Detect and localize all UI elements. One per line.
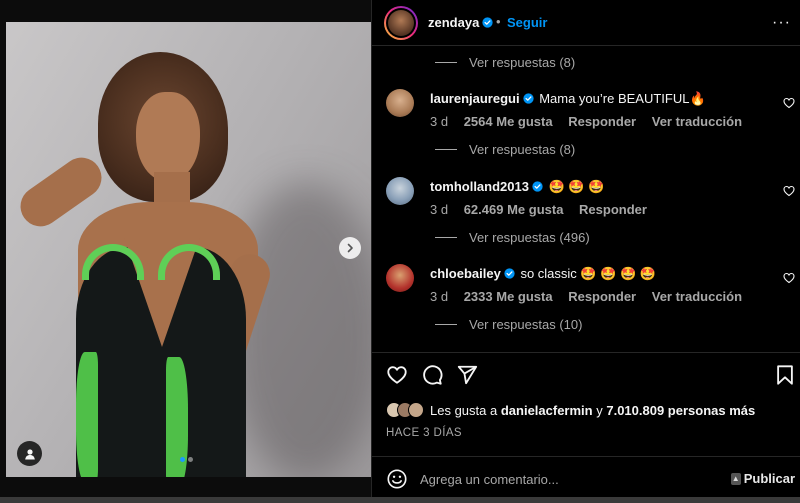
share-icon[interactable]	[456, 364, 478, 386]
add-comment-bar: ▲ Publicar	[372, 456, 800, 503]
view-replies-label: Ver respuestas (8)	[469, 55, 576, 70]
view-replies-button[interactable]: Ver respuestas (496)	[435, 230, 590, 245]
post-date[interactable]: HACE 3 DÍAS	[386, 427, 462, 439]
author-username[interactable]: zendaya	[428, 15, 479, 30]
liked-by-avatars[interactable]	[386, 402, 424, 418]
view-replies-label: Ver respuestas (8)	[469, 142, 576, 157]
carousel-dot	[188, 457, 193, 462]
verified-badge-icon	[532, 181, 543, 192]
likes-summary: Les gusta a danielacfermin y 7.010.809 p…	[386, 402, 755, 418]
comment-avatar[interactable]	[386, 89, 414, 117]
author-avatar-ring	[386, 8, 416, 38]
comment-body: chloebailey so classic 🤩 🤩 🤩 🤩	[430, 266, 770, 282]
comment-likes[interactable]: 2564 Me gusta	[464, 114, 553, 129]
view-replies-button[interactable]: Ver respuestas (8)	[435, 55, 575, 70]
user-icon	[24, 448, 35, 459]
comment-username[interactable]: laurenjauregui	[430, 91, 520, 106]
verified-badge-icon	[522, 93, 534, 104]
carousel-indicator	[180, 457, 193, 462]
comment-body: laurenjauregui Mama you’re BEAUTIFUL🔥	[430, 91, 770, 107]
next-photo-button[interactable]	[339, 237, 361, 259]
comment-translate-button[interactable]: Ver traducción	[652, 289, 742, 304]
comment-username[interactable]: tomholland2013	[430, 179, 529, 194]
comment-likes[interactable]: 62.469 Me gusta	[464, 202, 564, 217]
comment-meta: 3 d 2333 Me gusta Responder Ver traducci…	[430, 289, 754, 304]
comment-time: 3 d	[430, 202, 449, 217]
actions-divider	[372, 352, 800, 353]
emoji-icon[interactable]	[386, 468, 408, 490]
author-avatar[interactable]	[384, 6, 418, 40]
replies-line	[435, 62, 457, 63]
likes-prefix: Les gusta a	[430, 402, 498, 418]
comment-heart-icon[interactable]	[783, 97, 795, 109]
comment-meta: 3 d 62.469 Me gusta Responder	[430, 202, 659, 217]
comment-input[interactable]	[420, 469, 720, 489]
likes-connector: y	[596, 402, 603, 418]
photo-dress-side-trim-left	[76, 352, 98, 477]
comment-reply-button[interactable]: Responder	[568, 114, 636, 129]
comment-text: 🤩 🤩 🤩	[548, 179, 605, 194]
comment-likes[interactable]: 2333 Me gusta	[464, 289, 553, 304]
post-actions	[386, 364, 793, 388]
verified-badge-icon	[482, 17, 493, 28]
comment-avatar[interactable]	[386, 264, 414, 292]
more-options-button[interactable]: ···	[772, 14, 791, 32]
comment-meta: 3 d 2564 Me gusta Responder Ver traducci…	[430, 114, 754, 129]
liked-by-avatar	[408, 402, 424, 418]
replies-line	[435, 237, 457, 238]
comment-icon[interactable]	[421, 364, 443, 386]
comment-username[interactable]: chloebailey	[430, 266, 501, 281]
heart-icon[interactable]	[386, 364, 408, 386]
liked-by-user[interactable]: danielacfermin	[501, 403, 593, 418]
chevron-right-icon	[347, 243, 353, 253]
comment-reply-button[interactable]: Responder	[579, 202, 647, 217]
post-media-area	[0, 0, 371, 503]
publish-arrow-icon: ▲	[730, 472, 741, 485]
publish-label: Publicar	[743, 471, 795, 486]
view-replies-label: Ver respuestas (10)	[469, 317, 583, 332]
publish-button[interactable]: ▲ Publicar	[730, 471, 795, 486]
background-feed-strip	[0, 497, 800, 503]
replies-line	[435, 324, 457, 325]
bookmark-icon[interactable]	[774, 364, 796, 386]
follow-button[interactable]: Seguir	[507, 15, 547, 30]
photo-face	[136, 92, 200, 182]
comment-time: 3 d	[430, 289, 449, 304]
comment-reply-button[interactable]: Responder	[568, 289, 636, 304]
post-photo[interactable]	[6, 22, 371, 477]
comment-text: so classic 🤩 🤩 🤩 🤩	[520, 266, 656, 281]
comment-heart-icon[interactable]	[783, 185, 795, 197]
comment-text: Mama you’re BEAUTIFUL🔥	[539, 91, 706, 106]
author-avatar-image	[388, 10, 414, 36]
comment-body: tomholland2013 🤩 🤩 🤩	[430, 179, 770, 195]
post-side-panel: zendaya • Seguir ··· Ver respuestas (8) …	[371, 0, 800, 503]
comment-time: 3 d	[430, 114, 449, 129]
post-header: zendaya • Seguir ···	[372, 0, 800, 46]
view-replies-button[interactable]: Ver respuestas (8)	[435, 142, 575, 157]
author-username-wrap[interactable]: zendaya	[428, 15, 493, 30]
verified-badge-icon	[504, 268, 515, 279]
view-replies-button[interactable]: Ver respuestas (10)	[435, 317, 582, 332]
tagged-users-button[interactable]	[17, 441, 42, 466]
carousel-dot-active	[180, 457, 185, 462]
view-replies-label: Ver respuestas (496)	[469, 230, 590, 245]
comment-translate-button[interactable]: Ver traducción	[652, 114, 742, 129]
header-separator: •	[496, 14, 501, 29]
comment-heart-icon[interactable]	[783, 272, 795, 284]
replies-line	[435, 149, 457, 150]
comment-avatar[interactable]	[386, 177, 414, 205]
likes-count[interactable]: 7.010.809 personas más	[606, 403, 755, 418]
